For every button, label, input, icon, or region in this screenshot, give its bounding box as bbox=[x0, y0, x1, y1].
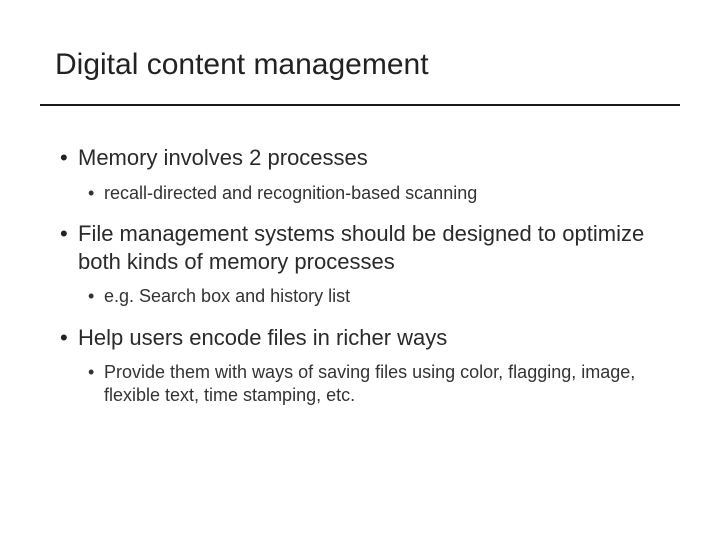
bullet-level2: e.g. Search box and history list bbox=[60, 285, 668, 308]
bullet-level1: Memory involves 2 processes bbox=[60, 144, 668, 172]
bullet-level2: Provide them with ways of saving files u… bbox=[60, 361, 668, 406]
bullet-level2: recall-directed and recognition-based sc… bbox=[60, 182, 668, 205]
bullet-level1: File management systems should be design… bbox=[60, 220, 668, 275]
title-underline bbox=[40, 104, 680, 106]
slide-title: Digital content management bbox=[55, 48, 429, 82]
slide: Digital content management Memory involv… bbox=[0, 0, 720, 540]
slide-body: Memory involves 2 processes recall-direc… bbox=[60, 130, 668, 422]
bullet-level1: Help users encode files in richer ways bbox=[60, 324, 668, 352]
